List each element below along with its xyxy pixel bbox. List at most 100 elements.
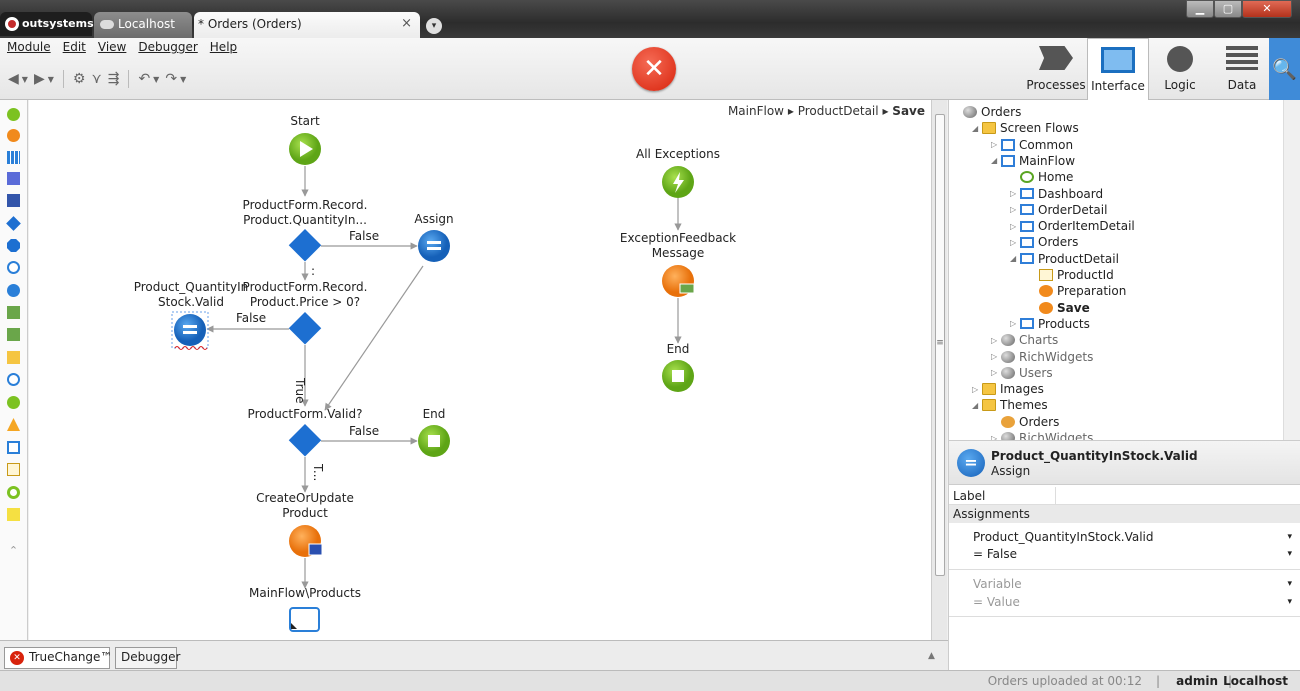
refresh-tool-icon[interactable] <box>7 373 20 386</box>
close-tab-icon[interactable]: × <box>401 16 412 31</box>
breadcrumb-mainflow[interactable]: MainFlow <box>728 104 784 118</box>
tree-item[interactable]: ◢ MainFlow <box>991 153 1075 169</box>
foreach-tool-icon[interactable] <box>7 261 20 274</box>
tree-item[interactable]: ▷ Dashboard <box>1010 186 1103 202</box>
close-window-button[interactable]: ✕ <box>1242 0 1292 18</box>
tree-item[interactable]: Orders <box>953 104 1021 120</box>
expanded-arrow-icon[interactable]: ◢ <box>991 156 1001 165</box>
tree-item[interactable]: ▷ Images <box>972 381 1044 397</box>
assignment-value[interactable]: = False <box>973 547 1017 561</box>
raise-exception-tool-icon[interactable] <box>7 418 20 431</box>
assign-node-selected[interactable] <box>174 314 206 346</box>
new-assignment-variable[interactable]: Variable <box>973 577 1022 591</box>
tree-item[interactable]: ◢ Screen Flows <box>972 120 1079 136</box>
collapsed-arrow-icon[interactable]: ▷ <box>972 385 982 394</box>
if-tool-icon[interactable] <box>6 216 21 231</box>
server-action-tool-icon[interactable] <box>7 129 20 142</box>
destination-tool-icon[interactable] <box>7 441 20 454</box>
tree-scrollbar[interactable] <box>1283 100 1300 440</box>
menu-module[interactable]: Module <box>7 40 51 54</box>
download-tool-icon[interactable] <box>7 396 20 409</box>
if-node[interactable] <box>288 312 322 345</box>
collapsed-arrow-icon[interactable]: ▷ <box>1010 319 1020 328</box>
collapsed-arrow-icon[interactable]: ▷ <box>1010 222 1020 231</box>
tree-item[interactable]: ProductId <box>1029 267 1114 283</box>
new-assignment-value[interactable]: = Value <box>973 595 1020 609</box>
maximize-button[interactable]: ▢ <box>1214 0 1242 18</box>
comment-tool-icon[interactable] <box>7 508 20 521</box>
tree-item[interactable]: Preparation <box>1029 283 1126 299</box>
tab-debugger[interactable]: Debugger <box>115 647 180 669</box>
label-row[interactable]: Label <box>949 487 1300 505</box>
expand-panel-icon[interactable]: ▲ <box>928 651 935 661</box>
merge-icon[interactable]: ⇶ <box>108 71 120 87</box>
tab-truechange[interactable]: ✕ TrueChange™ <box>4 647 112 669</box>
tab-data[interactable]: Data <box>1211 38 1273 100</box>
tree-item[interactable]: ▷ Users <box>991 365 1053 381</box>
chevron-down-icon[interactable]: ▾ <box>1287 549 1292 559</box>
settings-icon[interactable]: ⚙ <box>73 71 86 87</box>
collapsed-arrow-icon[interactable]: ▷ <box>1010 238 1020 247</box>
sql-tool-icon[interactable] <box>7 172 20 185</box>
tree-item[interactable]: ▷ Common <box>991 137 1073 153</box>
tree-item[interactable]: ▷ Products <box>1010 316 1090 332</box>
if-node[interactable] <box>288 229 322 262</box>
tree-item[interactable]: ▷ Charts <box>991 332 1058 348</box>
tree-item[interactable]: ▷ OrderDetail <box>1010 202 1107 218</box>
redo-icon[interactable]: ↷ <box>165 71 177 87</box>
tree-item[interactable]: Orders <box>991 414 1059 430</box>
expanded-arrow-icon[interactable]: ◢ <box>1010 254 1020 263</box>
send-email-tool-icon[interactable] <box>7 351 20 364</box>
menu-edit[interactable]: Edit <box>63 40 86 54</box>
record-to-excel-tool-icon[interactable] <box>7 328 20 341</box>
dropdown-icon[interactable]: ▼ <box>48 75 54 84</box>
app-logo[interactable]: outsystems <box>0 12 94 36</box>
aggregate-tool-icon[interactable] <box>7 151 20 164</box>
minimize-button[interactable]: ▁ <box>1186 0 1214 18</box>
tab-interface[interactable]: Interface <box>1087 38 1149 100</box>
dropdown-icon[interactable]: ▼ <box>22 75 28 84</box>
flow-canvas[interactable]: MainFlow ▸ ProductDetail ▸ Save Start Pr… <box>29 100 931 640</box>
tab-orders[interactable]: * Orders (Orders) × <box>194 12 420 38</box>
compare-icon[interactable]: ⋎ <box>91 71 101 87</box>
start-tool-icon[interactable] <box>7 108 20 121</box>
menu-debugger[interactable]: Debugger <box>138 40 197 54</box>
collapsed-arrow-icon[interactable]: ▷ <box>1010 189 1020 198</box>
chevron-down-icon[interactable]: ▾ <box>1287 597 1292 607</box>
collapsed-arrow-icon[interactable]: ▷ <box>1010 205 1020 214</box>
tree-item[interactable]: ▷ RichWidgets <box>991 430 1093 440</box>
if-node[interactable] <box>288 424 322 457</box>
assign-tool-icon[interactable] <box>7 284 20 297</box>
json-tool-icon[interactable] <box>7 463 20 476</box>
splitter-grip-icon[interactable]: ≡ <box>935 338 945 348</box>
tree-item[interactable]: Save <box>1029 300 1090 316</box>
tree-item[interactable]: ▷ RichWidgets <box>991 349 1093 365</box>
tree-item[interactable]: Home <box>1010 169 1073 185</box>
collapsed-arrow-icon[interactable]: ▷ <box>991 336 1001 345</box>
dropdown-icon[interactable]: ▼ <box>180 75 186 84</box>
forward-icon[interactable]: ▶ <box>34 71 45 87</box>
expanded-arrow-icon[interactable]: ◢ <box>972 401 982 410</box>
tree-item[interactable]: ◢ ProductDetail <box>1010 251 1119 267</box>
menu-view[interactable]: View <box>98 40 126 54</box>
tab-logic[interactable]: Logic <box>1149 38 1211 100</box>
dropdown-icon[interactable]: ▼ <box>153 75 159 84</box>
switch-tool-icon[interactable] <box>7 239 20 252</box>
tree-item[interactable]: ▷ OrderItemDetail <box>1010 218 1135 234</box>
back-icon[interactable]: ◀ <box>8 71 19 87</box>
collapsed-arrow-icon[interactable]: ▷ <box>991 368 1001 377</box>
end-tool-icon[interactable] <box>7 486 20 499</box>
canvas-scrollbar[interactable]: ≡ <box>931 100 947 640</box>
search-icon[interactable]: 🔍 <box>1269 38 1300 100</box>
stop-debug-button[interactable]: ✕ <box>632 47 676 91</box>
menu-help[interactable]: Help <box>210 40 237 54</box>
chevron-down-icon[interactable]: ▾ <box>1287 579 1292 589</box>
tabs-menu-button[interactable]: ▾ <box>426 18 442 34</box>
expanded-arrow-icon[interactable]: ◢ <box>972 124 982 133</box>
tab-localhost[interactable]: Localhost <box>94 12 192 38</box>
record-list-tool-icon[interactable] <box>7 194 20 207</box>
undo-icon[interactable]: ↶ <box>138 71 150 87</box>
assign-node[interactable] <box>418 230 450 262</box>
collapsed-arrow-icon[interactable]: ▷ <box>991 352 1001 361</box>
tab-processes[interactable]: Processes <box>1025 38 1087 100</box>
